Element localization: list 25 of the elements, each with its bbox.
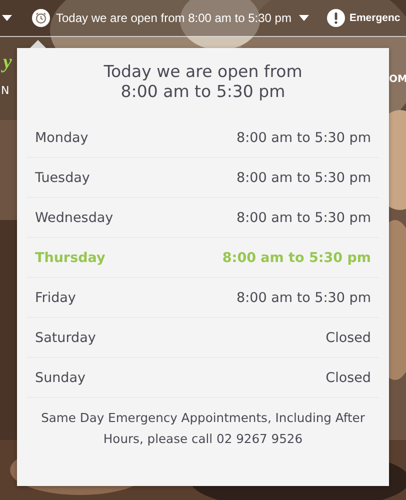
hours-value: 8:00 am to 5:30 pm: [236, 210, 371, 226]
hours-value: 8:00 am to 5:30 pm: [236, 290, 371, 306]
day-label: Monday: [35, 130, 88, 146]
day-label: Sunday: [35, 370, 86, 386]
hours-value: Closed: [326, 330, 371, 346]
day-label: Thursday: [35, 250, 106, 266]
day-label: Saturday: [35, 330, 96, 346]
day-label: Wednesday: [35, 210, 114, 226]
hours-value: Closed: [326, 370, 371, 386]
day-label: Tuesday: [35, 170, 90, 186]
exclamation-icon[interactable]: [327, 9, 346, 27]
hours-value: 8:00 am to 5:30 pm: [236, 170, 371, 186]
popup-pointer: [30, 40, 46, 48]
hours-value: 8:00 am to 5:30 pm: [222, 250, 371, 266]
emergency-link[interactable]: Emergenc: [349, 12, 400, 24]
opening-hours-link[interactable]: Today we are open from 8:00 am to 5:30 pm: [56, 11, 292, 25]
logo-text: y: [0, 50, 13, 74]
caret-icon: [299, 15, 310, 21]
popup-title: Today we are open from 8:00 am to 5:30 pm: [102, 62, 304, 102]
emergency-note: Same Day Emergency Appointments, Including After Hours, please call 02 9267 9526: [40, 410, 366, 448]
hours-value: 8:00 am to 5:30 pm: [236, 130, 371, 146]
day-label: Friday: [35, 290, 76, 306]
tagline-text: N: [1, 84, 10, 97]
caret-icon: [2, 15, 12, 21]
alarm-clock-icon[interactable]: [32, 9, 50, 27]
